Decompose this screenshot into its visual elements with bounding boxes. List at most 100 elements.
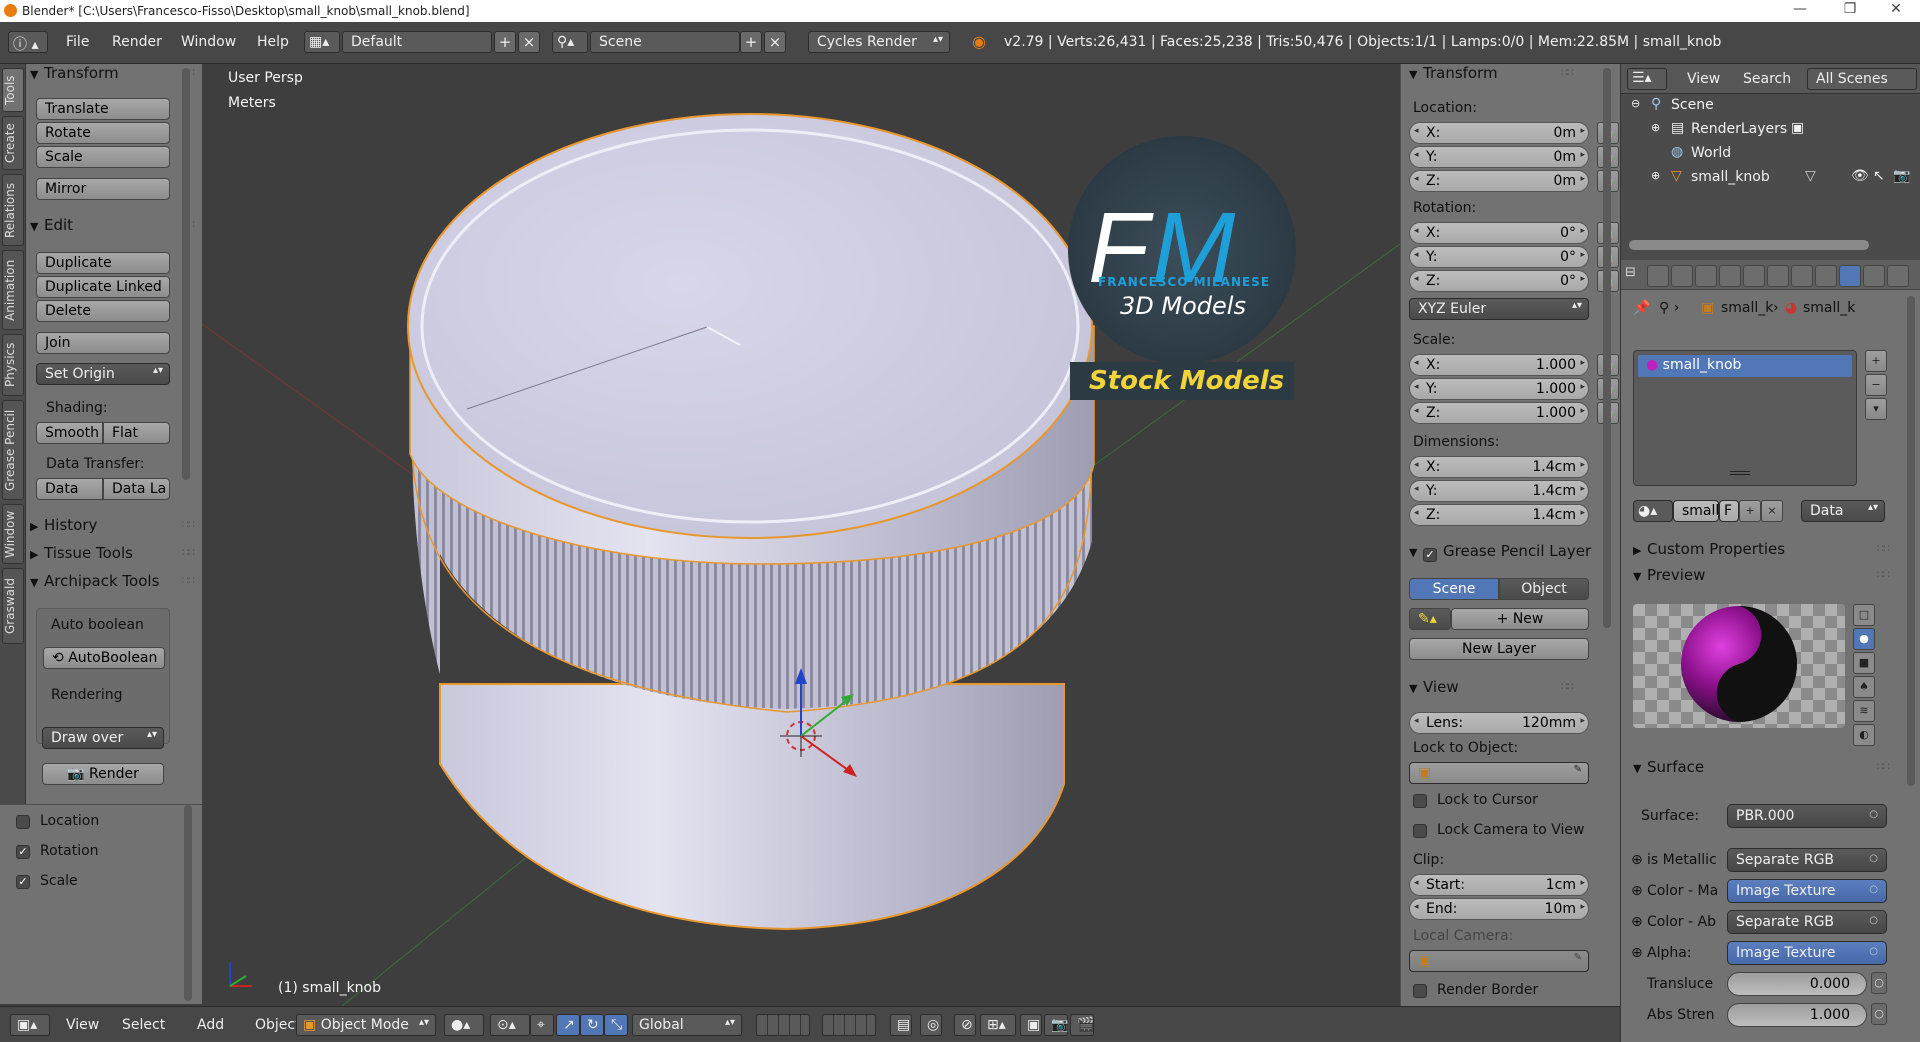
translucence-slider[interactable]: 0.000 [1727, 972, 1867, 996]
archipack-panel-header[interactable]: ▼ Archipack Tools ∷∷ [30, 572, 198, 596]
tab-texture-icon[interactable] [1863, 265, 1885, 287]
scale-button[interactable]: Scale [36, 146, 170, 168]
tab-create[interactable]: Create [2, 116, 24, 170]
expand-input-icon[interactable]: ⊕ [1631, 914, 1643, 930]
gp-scene-button[interactable]: Scene [1409, 578, 1499, 600]
outliner-search-menu[interactable]: Search [1743, 71, 1791, 87]
pin-icon[interactable]: 📌 [1633, 300, 1650, 316]
transform-orientation-dropdown[interactable]: Global ▴▾ [632, 1014, 742, 1036]
material-name-field[interactable]: small [1673, 500, 1719, 522]
input-color-ab-link[interactable]: Separate RGB ○ [1727, 910, 1887, 934]
screen-layout-field[interactable]: Default [342, 31, 492, 53]
lock-object-field[interactable]: ▣ ✎ [1409, 762, 1589, 784]
preview-hair-icon[interactable]: ≋ [1853, 700, 1875, 722]
tab-window[interactable]: Window [2, 504, 24, 564]
transform-panel-header[interactable]: ▼Transform∷∷ [30, 64, 198, 88]
scale-z-field[interactable]: ◂ Z: 1.000 ▸ [1409, 402, 1589, 424]
viewport-shading-icon[interactable]: ●▴ [444, 1014, 484, 1036]
dimensions-x-field[interactable]: ◂ X: 1.4cm ▸ [1409, 456, 1589, 478]
view-panel-header[interactable]: ▼ View ∷∷ [1409, 678, 1577, 702]
rotation-x-field[interactable]: ◂ X: 0° ▸ [1409, 222, 1589, 244]
close-button[interactable]: ✕ [1876, 1, 1916, 17]
menu-object[interactable]: Object [255, 1017, 301, 1033]
outliner-row-renderlayers[interactable]: ⊕ ▤ RenderLayers ▣ [1621, 118, 1920, 142]
pivot-point-icon[interactable]: ⊙▴ [490, 1014, 530, 1036]
fake-user-button[interactable]: F [1719, 500, 1739, 522]
outliner-editor-icon[interactable]: ☰▴ [1627, 68, 1667, 90]
render-animation-clapper-icon[interactable]: 🎬 [1070, 1014, 1094, 1036]
material-specials-button[interactable]: ▾ [1865, 398, 1887, 420]
scene-field[interactable]: Scene [590, 31, 740, 53]
outliner-view-menu[interactable]: View [1687, 71, 1720, 87]
data-transfer-button[interactable]: Data [36, 478, 103, 500]
toolshelf-scrollbar[interactable] [182, 68, 190, 480]
grease-pencil-layer-header[interactable]: ▼ ✓ Grease Pencil Layer [1409, 542, 1609, 566]
rotate-button[interactable]: Rotate [36, 122, 170, 144]
data-layers-button[interactable]: Data La [103, 478, 170, 500]
mirror-button[interactable]: Mirror [36, 178, 170, 200]
edit-panel-header[interactable]: ▼Edit∷∷ [30, 216, 198, 240]
autoboolean-button[interactable]: ⟲ AutoBoolean [43, 647, 165, 669]
pencil-icon[interactable]: ✎▴ [1409, 608, 1451, 630]
rotation-mode-dropdown[interactable]: XYZ Euler ▴▾ [1409, 298, 1589, 320]
render-border-checkbox[interactable] [1413, 984, 1427, 998]
set-origin-dropdown[interactable]: Set Origin ▴▾ [36, 363, 170, 385]
visibility-eye-icon[interactable]: 👁 [1851, 168, 1869, 184]
remove-layout-button[interactable]: × [518, 31, 540, 53]
tab-constraints-icon[interactable] [1767, 265, 1789, 287]
tab-render-camera-icon[interactable] [1647, 265, 1669, 287]
translate-button[interactable]: Translate [36, 98, 170, 120]
material-slot-row[interactable]: ● small_knob [1638, 355, 1852, 377]
scale-checkbox[interactable]: ✓ [16, 875, 30, 889]
rotation-checkbox[interactable]: ✓ [16, 845, 30, 859]
editor-type-3dview-icon[interactable]: ▣▴ [10, 1014, 50, 1036]
knob-top-face[interactable] [407, 113, 1093, 539]
list-resize-grip[interactable] [1730, 471, 1750, 475]
layer-lock-icon[interactable]: ▤ [890, 1014, 912, 1036]
translate-manipulator-icon[interactable]: ↗ [556, 1014, 580, 1036]
tab-graswald[interactable]: Graswald [2, 568, 24, 644]
tab-physics[interactable]: Physics [2, 334, 24, 396]
tab-object-icon[interactable] [1743, 265, 1765, 287]
expand-input-icon[interactable]: ⊕ [1631, 852, 1643, 868]
add-material-slot-button[interactable]: + [1865, 350, 1887, 372]
snap-element-icon[interactable]: ⊞▴ [980, 1014, 1016, 1036]
dimensions-z-field[interactable]: ◂ Z: 1.4cm ▸ [1409, 504, 1589, 526]
location-y-field[interactable]: ◂ Y: 0m ▸ [1409, 146, 1589, 168]
minimize-button[interactable]: — [1780, 1, 1820, 17]
menu-render[interactable]: Render [112, 34, 162, 50]
preview-sphere-icon[interactable]: ● [1853, 628, 1875, 650]
scene-icon[interactable]: ⚲▴ [552, 31, 588, 53]
tab-scene-icon[interactable] [1695, 265, 1717, 287]
add-scene-button[interactable]: + [740, 31, 762, 53]
scale-manipulator-icon[interactable]: ⤡ [604, 1014, 628, 1036]
menu-help[interactable]: Help [257, 34, 289, 50]
tab-particles-icon[interactable] [1887, 265, 1909, 287]
layer-buttons-group-1[interactable] [756, 1014, 810, 1036]
tab-world-icon[interactable] [1719, 265, 1741, 287]
outliner-hscrollbar[interactable] [1629, 240, 1869, 250]
preview-sky-icon[interactable]: ◐ [1853, 724, 1875, 746]
preview-flat-icon[interactable]: □ [1853, 604, 1875, 626]
draw-over-dropdown[interactable]: Draw over ▴▾ [42, 727, 164, 749]
screen-layout-icon[interactable]: ▦▴ [304, 31, 340, 53]
menu-window[interactable]: Window [181, 34, 236, 50]
lock-camera-checkbox[interactable] [1413, 824, 1427, 838]
layer-buttons-group-2[interactable] [822, 1014, 876, 1036]
preview-cube-icon[interactable]: ■ [1853, 652, 1875, 674]
tissue-tools-panel-header[interactable]: ▶ Tissue Tools ∷∷ [30, 544, 198, 568]
menu-view[interactable]: View [66, 1017, 99, 1033]
abs-strength-slider[interactable]: 1.000 [1727, 1003, 1867, 1027]
n-panel-scrollbar[interactable] [1603, 68, 1611, 628]
outliner-row-scene[interactable]: ⊖ ⚲ Scene [1621, 94, 1920, 118]
location-checkbox[interactable] [16, 815, 30, 829]
location-x-field[interactable]: ◂ X: 0m ▸ [1409, 122, 1589, 144]
rotate-manipulator-icon[interactable]: ↻ [580, 1014, 604, 1036]
grease-pencil-layer-checkbox[interactable]: ✓ [1423, 548, 1437, 562]
material-browse-icon[interactable]: ◕▴ [1633, 500, 1673, 522]
join-button[interactable]: Join [36, 332, 170, 354]
gp-new-layer-button[interactable]: New Layer [1409, 638, 1589, 660]
editor-type-icon[interactable]: ⊟ [1625, 265, 1639, 287]
rotation-y-field[interactable]: ◂ Y: 0° ▸ [1409, 246, 1589, 268]
tab-material-icon[interactable] [1839, 265, 1861, 287]
